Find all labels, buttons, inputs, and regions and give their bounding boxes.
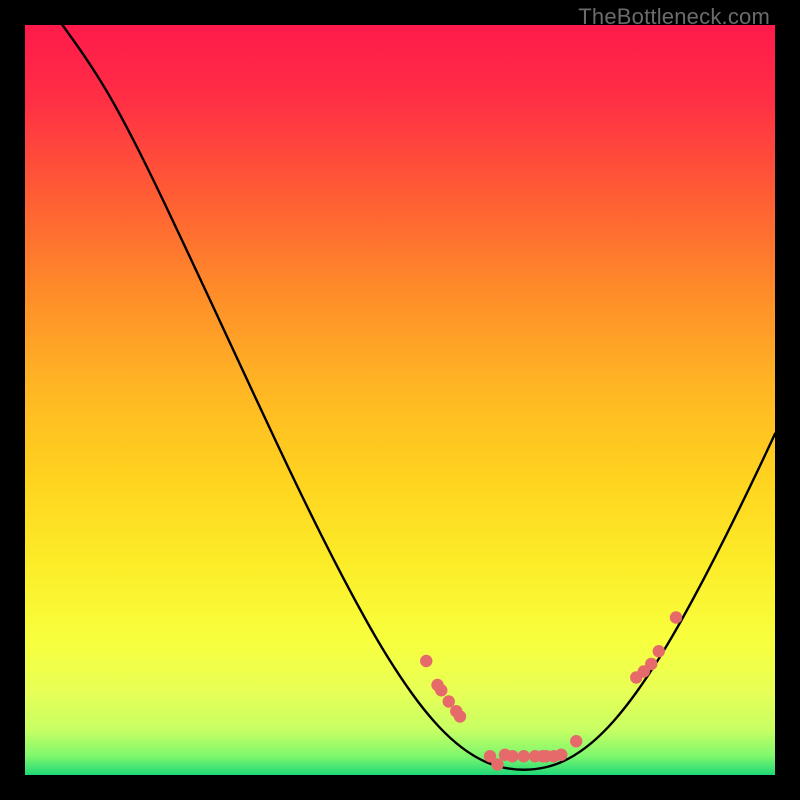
- chart-svg: [25, 25, 775, 775]
- scatter-dot: [645, 658, 657, 670]
- scatter-dot: [454, 710, 466, 722]
- scatter-dot: [670, 611, 682, 623]
- scatter-dot: [420, 655, 432, 667]
- scatter-dot: [506, 750, 518, 762]
- scatter-dot: [435, 684, 447, 696]
- scatter-dot: [653, 645, 665, 657]
- scatter-dot: [443, 695, 455, 707]
- scatter-dot: [570, 735, 582, 747]
- gradient-background: [25, 25, 775, 775]
- scatter-dot: [491, 758, 503, 770]
- scatter-dot: [518, 750, 530, 762]
- scatter-dot: [555, 749, 567, 761]
- watermark-text: TheBottleneck.com: [578, 4, 770, 30]
- chart-frame: [25, 25, 775, 775]
